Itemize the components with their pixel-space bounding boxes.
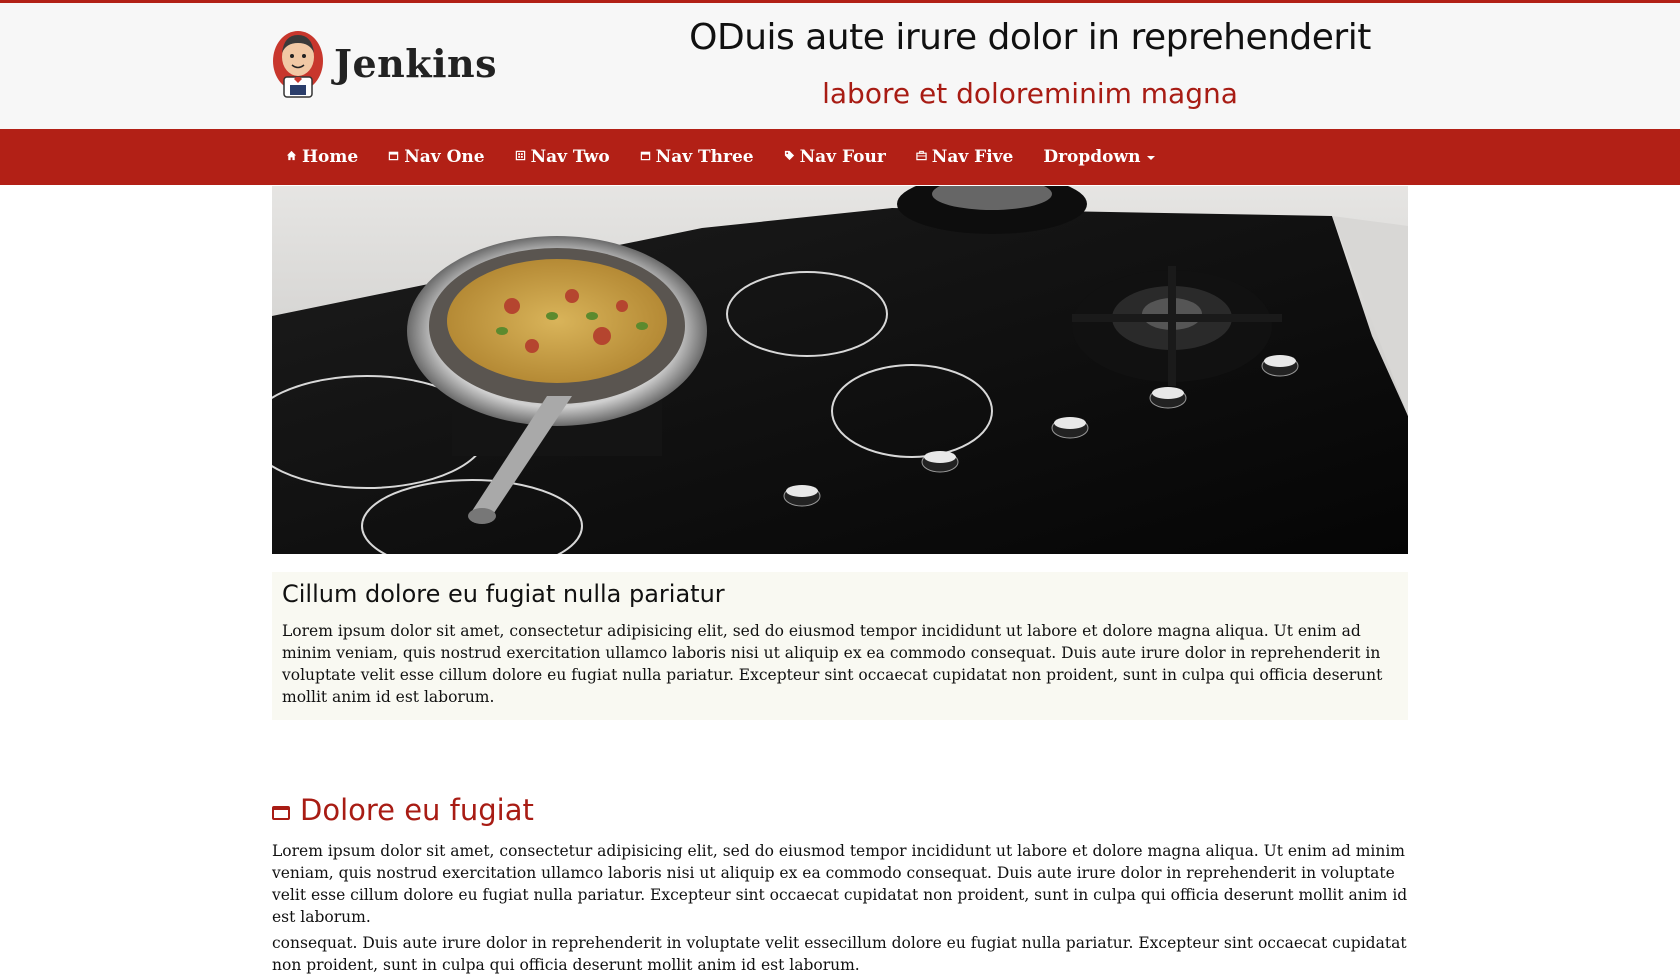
site-subtitle: labore et doloreminim magna <box>822 77 1238 110</box>
nav-item-label: Nav Four <box>799 147 886 167</box>
home-icon <box>286 150 297 164</box>
nav-item-nav-four[interactable]: Nav Four <box>784 147 886 167</box>
grid-icon <box>515 150 526 164</box>
nav-item-label: Nav Three <box>655 147 754 167</box>
nav-item-label: Nav Two <box>530 147 610 167</box>
hero-image <box>272 186 1408 554</box>
content-section: Dolore eu fugiat Lorem ipsum dolor sit a… <box>272 790 1408 976</box>
section-paragraph-2: consequat. Duis aute irure dolor in repr… <box>272 934 1407 974</box>
briefcase-icon <box>916 150 927 164</box>
site-header: Jenkins ODuis aute irure dolor in repreh… <box>0 3 1680 129</box>
nav-item-home[interactable]: Home <box>286 147 358 167</box>
main-navbar: Home Nav One Nav Two Nav Three Nav Four <box>0 129 1680 185</box>
nav-item-nav-two[interactable]: Nav Two <box>515 147 610 167</box>
jenkins-logo-icon <box>273 31 323 98</box>
nav-item-label: Dropdown <box>1043 147 1141 167</box>
chevron-down-icon <box>1146 156 1155 160</box>
window-icon <box>272 806 290 820</box>
well-heading: Cillum dolore eu fugiat nulla pariatur <box>282 580 725 608</box>
well-text: Lorem ipsum dolor sit amet, consectetur … <box>282 622 1383 706</box>
nav-item-label: Nav Five <box>931 147 1014 167</box>
section-heading-text: Dolore eu fugiat <box>300 793 534 827</box>
nav-item-nav-five[interactable]: Nav Five <box>916 147 1014 167</box>
nav-item-label: Nav One <box>404 147 485 167</box>
calendar-icon <box>640 150 651 164</box>
nav-item-nav-three[interactable]: Nav Three <box>640 147 754 167</box>
logo-text: Jenkins <box>334 40 498 86</box>
intro-well: Cillum dolore eu fugiat nulla pariatur L… <box>272 572 1408 720</box>
tag-icon <box>784 150 795 164</box>
site-title: ODuis aute irure dolor in reprehenderit <box>689 17 1371 58</box>
nav-item-nav-one[interactable]: Nav One <box>388 147 485 167</box>
section-heading: Dolore eu fugiat <box>272 790 1408 830</box>
section-paragraph-1: Lorem ipsum dolor sit amet, consectetur … <box>272 842 1408 926</box>
cooktop-illustration <box>272 186 1408 554</box>
nav-menu: Home Nav One Nav Two Nav Three Nav Four <box>286 129 1185 185</box>
calendar-icon <box>388 150 399 164</box>
nav-item-dropdown[interactable]: Dropdown <box>1043 147 1155 167</box>
nav-item-label: Home <box>302 147 359 167</box>
site-logo[interactable]: Jenkins <box>270 27 497 99</box>
